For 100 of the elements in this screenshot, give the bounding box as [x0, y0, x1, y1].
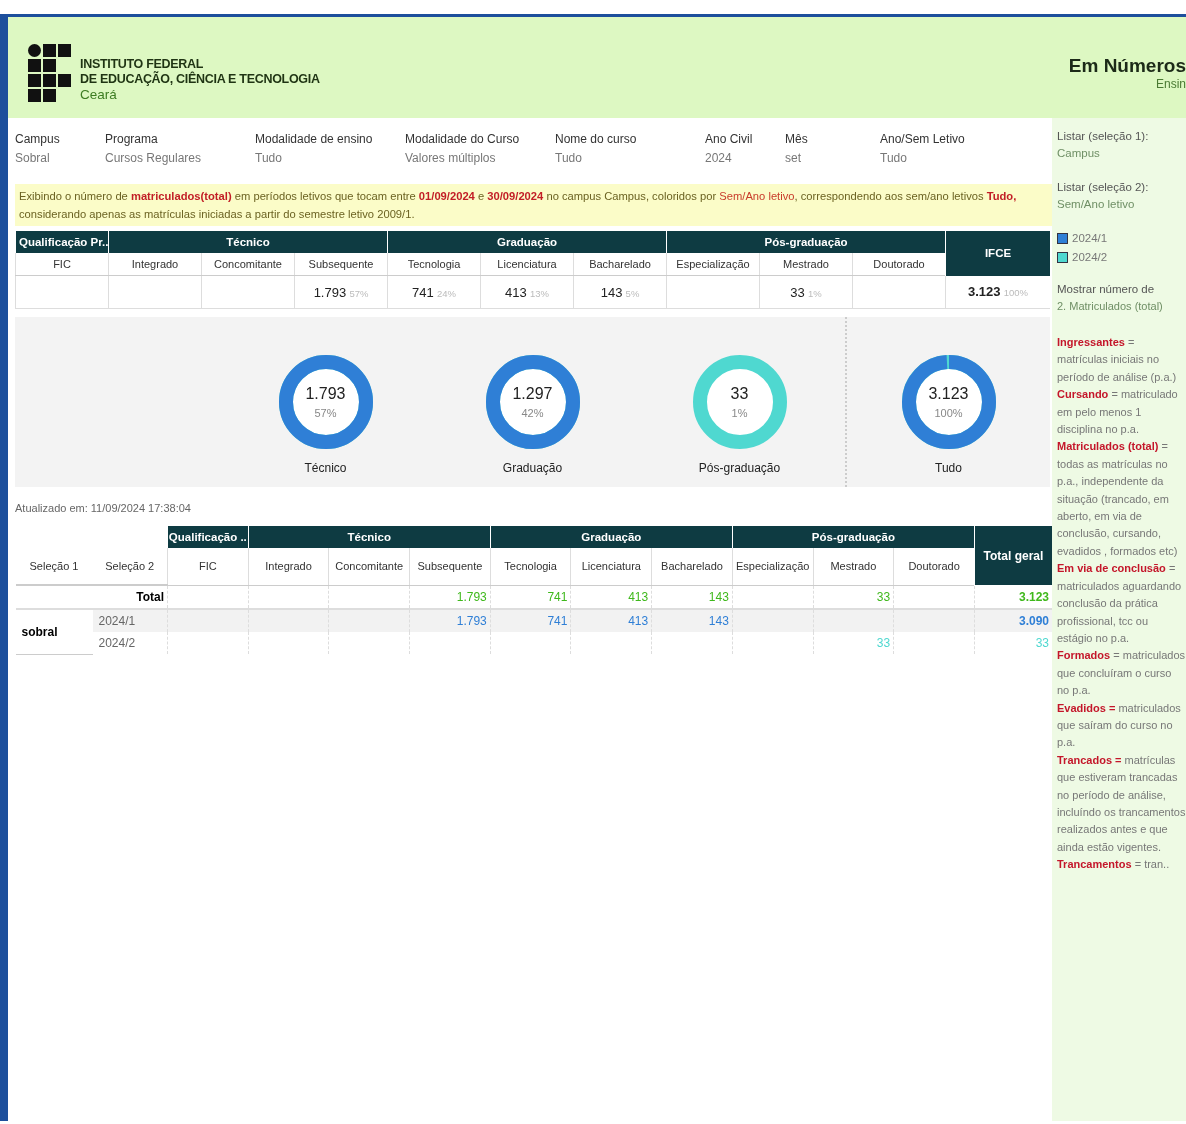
column-header: Concomitante	[201, 253, 295, 276]
group-header: Graduação	[490, 526, 733, 548]
donut-value: 1.297	[512, 385, 553, 403]
count-value: 413	[505, 284, 527, 300]
filter-label: Mês	[785, 132, 809, 146]
filter-summary-text: Exibindo o número de matriculados(total) em períodos letivos que tocam entre 01/09/2024 e 30/09/2024 no campus Campus, coloridos por Sem/Ano letivo, correspondendo aos sem/ano letivos Tudo, considerando apenas as matrículas iniciadas a partir do semestre letivo 2009/1.	[15, 184, 1052, 226]
update-timestamp: Atualizado em: 11/09/2024 17:38:04	[15, 502, 192, 514]
table-value: 3.090	[1018, 614, 1049, 628]
count-value: 3.123	[968, 284, 1001, 300]
donut-percent: 100%	[934, 407, 963, 419]
glossary-entry: Evadidos = matriculados que saíram do curso no p.a.	[1057, 700, 1182, 751]
donut-percent: 1%	[731, 407, 748, 419]
selector-label: Listar (seleção 1):	[1057, 130, 1150, 142]
institution-name: DE EDUCAÇÃO, CIÊNCIA E TECNOLOGIA	[80, 71, 320, 87]
table-value: 33	[876, 636, 891, 650]
filter-label: Nome do curso	[555, 132, 638, 146]
glossary-entry: Ingressantes = matrículas iniciais no período de análise (p.a.)	[1057, 335, 1178, 385]
column-header: Integrado	[248, 548, 329, 585]
group-header: Qualificação Pr..	[15, 231, 109, 253]
filter-value[interactable]: Tudo	[555, 151, 705, 165]
group-header: Pós-graduação	[666, 231, 946, 253]
filter-label: Modalidade do Curso	[405, 132, 521, 146]
donut-label: Graduação	[502, 461, 563, 475]
glossary-entry: Cursando = matriculado em pelo menos 1 disciplina no p.a.	[1057, 387, 1179, 438]
table-value: 741	[547, 614, 568, 628]
column-header: Especialização	[732, 548, 814, 585]
donut-value: 1.793	[305, 385, 346, 403]
selector-label: Listar (seleção 2):	[1057, 181, 1150, 193]
logo-icon	[28, 43, 72, 102]
filter-value[interactable]: Tudo	[255, 151, 405, 165]
group-header: Pós-graduação	[732, 526, 975, 548]
percent-value: 100%	[1003, 287, 1029, 299]
selector-value[interactable]: Campus	[1057, 147, 1186, 159]
donut-percent: 57%	[314, 407, 337, 419]
row-group-label: sobral	[21, 624, 58, 639]
count-value: 741	[412, 284, 434, 300]
institution-name: INSTITUTO FEDERAL	[80, 56, 205, 71]
percent-value: 13%	[529, 287, 549, 299]
donut-label: Técnico	[304, 461, 347, 475]
donut-label: Tudo	[935, 461, 962, 475]
column-header: Seleção 2	[92, 548, 168, 585]
group-header: Graduação	[387, 231, 667, 253]
selector-label: Mostrar número de	[1057, 283, 1156, 295]
count-value: 33	[790, 284, 805, 300]
selector-value[interactable]: Sem/Ano letivo	[1057, 198, 1186, 210]
column-header: Mestrado	[759, 253, 853, 276]
column-header: FIC	[167, 548, 249, 585]
column-header: Doutorado	[893, 548, 975, 585]
column-header: Seleção 1	[15, 548, 93, 585]
donut-label: Pós-graduação	[698, 461, 781, 475]
row-label: 2024/1	[98, 614, 136, 628]
filter-value[interactable]: 2024	[705, 151, 785, 165]
dashboard-subtitle: Ensin	[1155, 77, 1186, 91]
percent-value: 1%	[808, 287, 822, 299]
count-value: 143	[600, 284, 623, 300]
column-header: Doutorado	[852, 253, 946, 276]
filter-label: Ano/Sem Letivo	[880, 132, 966, 146]
glossary-entry: Formados = matriculados que concluíram o curso no p.a.	[1057, 648, 1186, 699]
filter-value[interactable]: Cursos Regulares	[105, 151, 255, 165]
filter-value[interactable]: Sobral	[15, 151, 105, 165]
row-label: Total	[136, 590, 164, 604]
selector-value[interactable]: 2. Matriculados (total)	[1057, 300, 1186, 312]
column-header: Total geral	[974, 526, 1052, 585]
institution-state: Ceará	[80, 86, 118, 103]
donut-value: 33	[730, 385, 749, 403]
column-header: IFCE	[945, 231, 1050, 276]
column-header: Licenciatura	[570, 548, 652, 585]
filter-label: Modalidade de ensino	[255, 132, 374, 146]
table-value: 413	[628, 614, 649, 628]
table-value: 143	[708, 589, 729, 604]
percent-value: 24%	[436, 287, 456, 299]
legend-label: 2024/1	[1072, 232, 1108, 244]
table-value: 33	[876, 589, 891, 604]
filter-label: Campus	[15, 132, 61, 146]
column-header: Tecnologia	[490, 548, 571, 585]
glossary-entry: Em via de conclusão = matriculados aguardando conclusão da prática profissional, tcc ou estágio no p.a.	[1057, 561, 1183, 646]
table-value: 3.123	[1018, 589, 1049, 604]
dashboard-title: Em Números	[1068, 55, 1186, 77]
count-value: 1.793	[313, 284, 347, 300]
filter-value[interactable]: Tudo	[880, 151, 1030, 165]
table-value: 33	[1035, 636, 1049, 650]
column-header: FIC	[15, 253, 109, 276]
group-header: Técnico	[108, 231, 388, 253]
percent-value: 5%	[625, 287, 640, 299]
column-header: Especialização	[666, 253, 760, 276]
column-header: Tecnologia	[387, 253, 481, 276]
donut-percent: 42%	[521, 407, 544, 419]
group-header: Qualificação ..	[167, 526, 249, 548]
row-label: 2024/2	[98, 636, 136, 650]
table-value: 1.793	[456, 589, 487, 604]
table-value: 143	[708, 614, 729, 628]
column-header: Integrado	[108, 253, 202, 276]
filter-value[interactable]: Valores múltiplos	[405, 151, 555, 165]
percent-value: 57%	[349, 287, 369, 299]
filter-value[interactable]: set	[785, 151, 880, 165]
column-header: Subsequente	[409, 548, 491, 585]
glossary-entry: Matriculados (total) = todas as matrículas no p.a., independente da situação (trancado, em aberto, em via de conclusão, cursando, evadidos , formados etc)	[1057, 439, 1179, 559]
column-header: Subsequente	[294, 253, 388, 276]
table-value: 413	[628, 589, 649, 604]
column-header: Bacharelado	[651, 548, 733, 585]
